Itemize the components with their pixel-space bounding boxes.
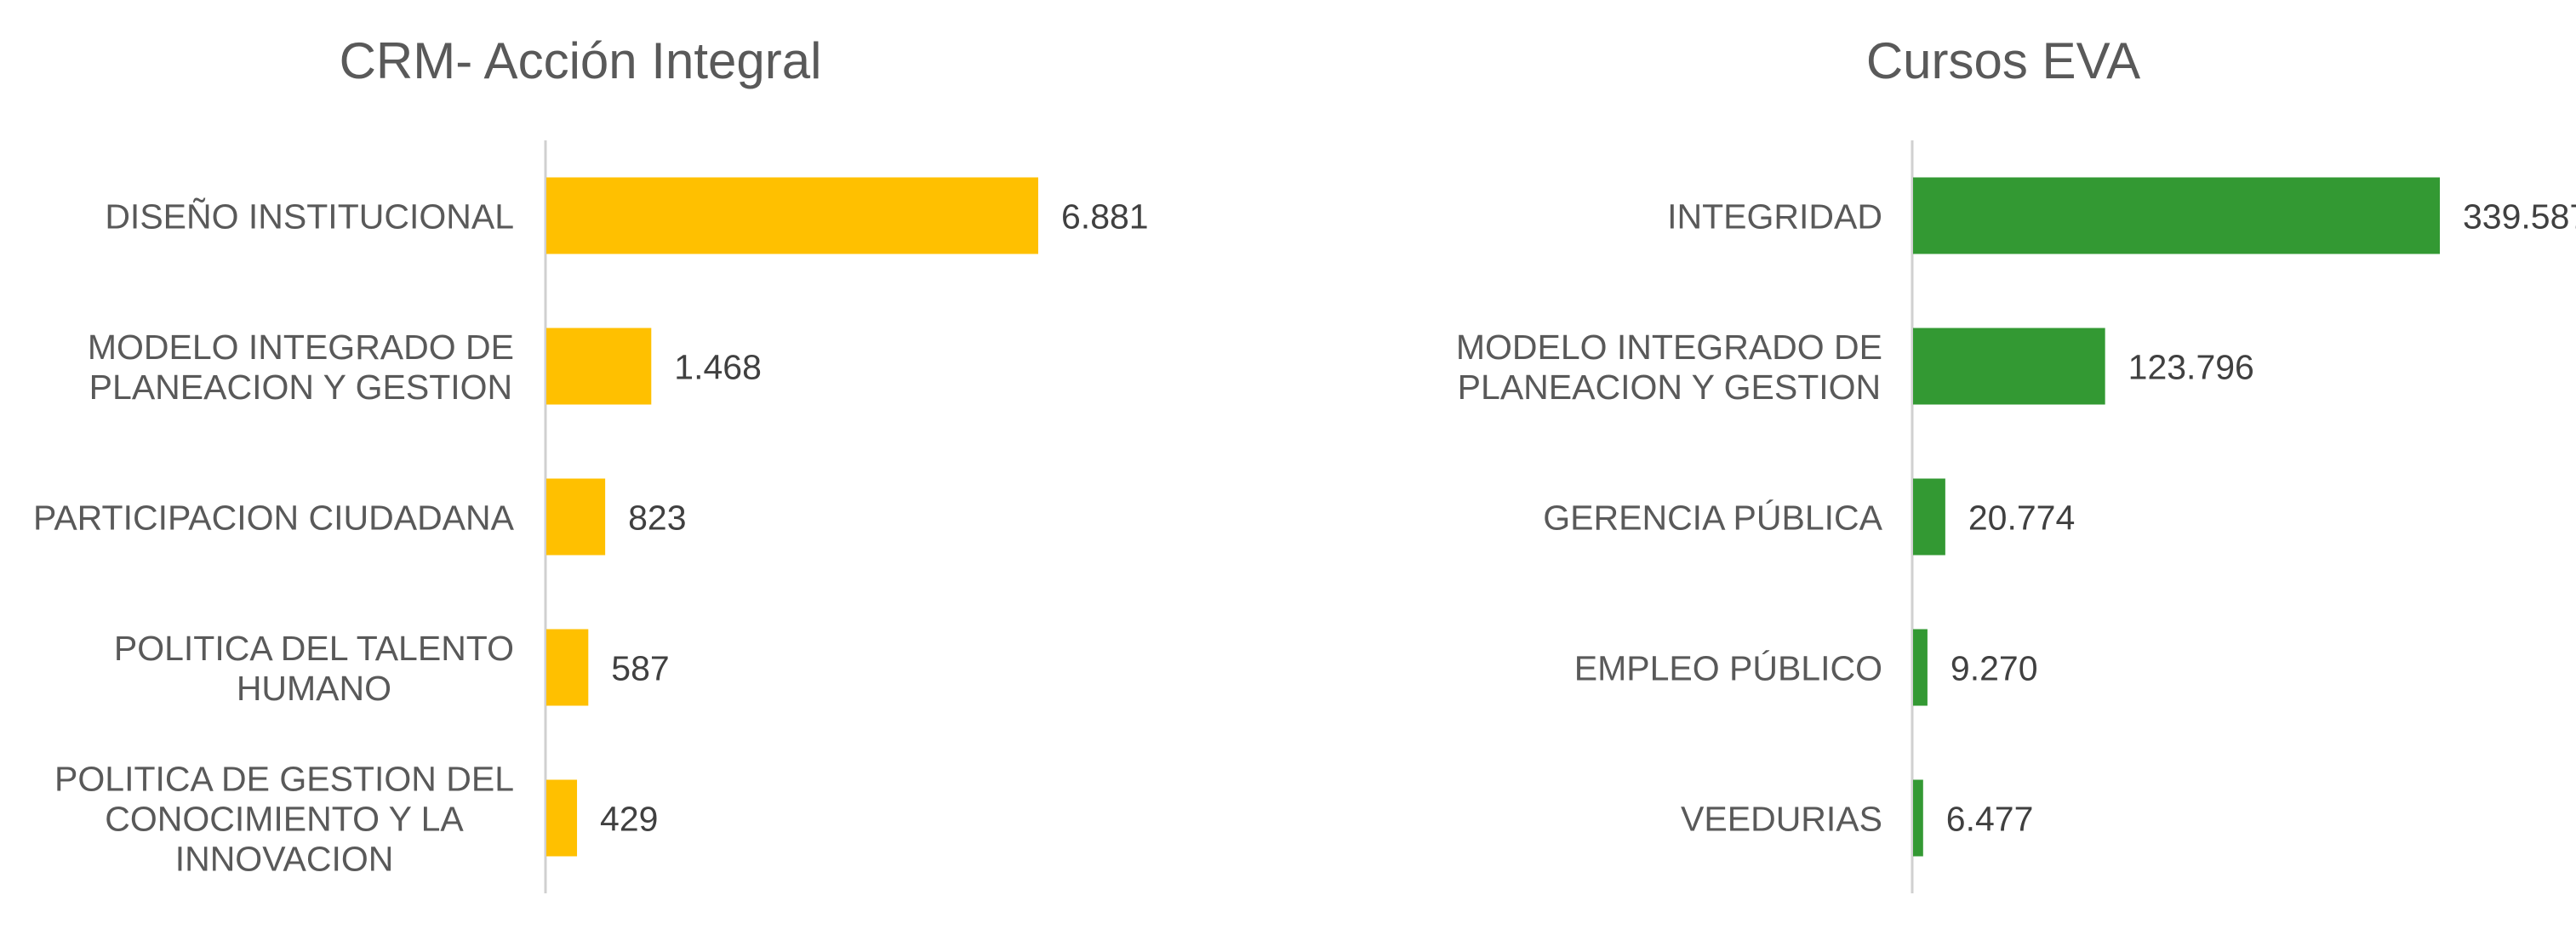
data-label-2: 823 xyxy=(628,499,686,538)
category-label-2: PARTICIPACION CIUDADANA xyxy=(33,499,515,538)
data-label-2: 20.774 xyxy=(1968,499,2075,538)
charts-canvas: CRM- Acción Integral 6.881 DISEÑO INSTITU… xyxy=(33,32,2576,893)
data-label-1: 123.796 xyxy=(2128,348,2254,387)
category-label-3: POLITICA DEL TALENTO HUMANO xyxy=(114,629,514,708)
chart-crm-accion-integral: CRM- Acción Integral 6.881 DISEÑO INSTITU… xyxy=(33,32,1149,893)
category-label-line: GERENCIA PÚBLICA xyxy=(1543,499,1882,538)
bar-1 xyxy=(1913,328,2105,405)
category-label-line: HUMANO xyxy=(237,669,391,708)
bar-group: 6.881 DISEÑO INSTITUCIONAL 1.468 MODELO INT… xyxy=(33,177,1149,879)
category-label-line: EMPLEO PÚBLICO xyxy=(1574,649,1882,688)
bar-4 xyxy=(1913,779,1923,857)
chart-title: CRM- Acción Integral xyxy=(340,32,822,89)
data-label-1: 1.468 xyxy=(674,348,762,387)
data-label-3: 9.270 xyxy=(1951,649,2038,688)
category-label-line: POLITICA DE GESTION DEL xyxy=(54,760,514,799)
category-label-3: EMPLEO PÚBLICO xyxy=(1574,649,1882,688)
data-label-4: 429 xyxy=(600,800,658,839)
category-label-line: PLANEACION Y GESTION xyxy=(1458,368,1881,407)
category-label-line: PARTICIPACION CIUDADANA xyxy=(33,499,515,538)
bar-group: 339.587 INTEGRIDAD 123.796 MODELO INTEGRADO… xyxy=(1456,177,2576,857)
bar-2 xyxy=(546,478,606,556)
category-label-line: MODELO INTEGRADO DE xyxy=(1456,328,1882,367)
category-label-line: VEEDURIAS xyxy=(1681,800,1882,839)
category-label-line: PLANEACION Y GESTION xyxy=(89,368,512,407)
category-label-4: POLITICA DE GESTION DEL CONOCIMIENTO Y LA… xyxy=(54,760,514,879)
chart-cursos-eva: Cursos EVA 339.587 INTEGRIDAD 123.796 MODEL… xyxy=(1456,32,2576,893)
data-label-0: 339.587 xyxy=(2463,197,2576,237)
bar-4 xyxy=(546,779,578,857)
bar-1 xyxy=(546,328,652,405)
category-label-line: POLITICA DEL TALENTO xyxy=(114,629,514,668)
bar-3 xyxy=(546,629,589,706)
category-label-0: DISEÑO INSTITUCIONAL xyxy=(105,197,514,237)
bar-3 xyxy=(1913,629,1928,706)
chart-title: Cursos EVA xyxy=(1866,32,2140,89)
bar-0 xyxy=(1913,177,2440,254)
category-label-line: MODELO INTEGRADO DE xyxy=(88,328,514,367)
category-label-line: INNOVACION xyxy=(175,840,394,879)
category-label-1: MODELO INTEGRADO DE PLANEACION Y GESTION xyxy=(88,328,514,407)
category-label-0: INTEGRIDAD xyxy=(1667,197,1882,237)
category-label-1: MODELO INTEGRADO DE PLANEACION Y GESTION xyxy=(1456,328,1882,407)
data-label-4: 6.477 xyxy=(1946,800,2034,839)
data-label-0: 6.881 xyxy=(1061,197,1149,237)
data-label-3: 587 xyxy=(611,649,669,688)
category-label-line: DISEÑO INSTITUCIONAL xyxy=(105,197,514,237)
category-label-4: VEEDURIAS xyxy=(1681,800,1882,839)
bar-0 xyxy=(546,177,1038,254)
category-label-line: CONOCIMIENTO Y LA xyxy=(105,800,464,839)
category-label-line: INTEGRIDAD xyxy=(1667,197,1882,237)
bar-2 xyxy=(1913,478,1945,556)
category-label-2: GERENCIA PÚBLICA xyxy=(1543,499,1882,538)
